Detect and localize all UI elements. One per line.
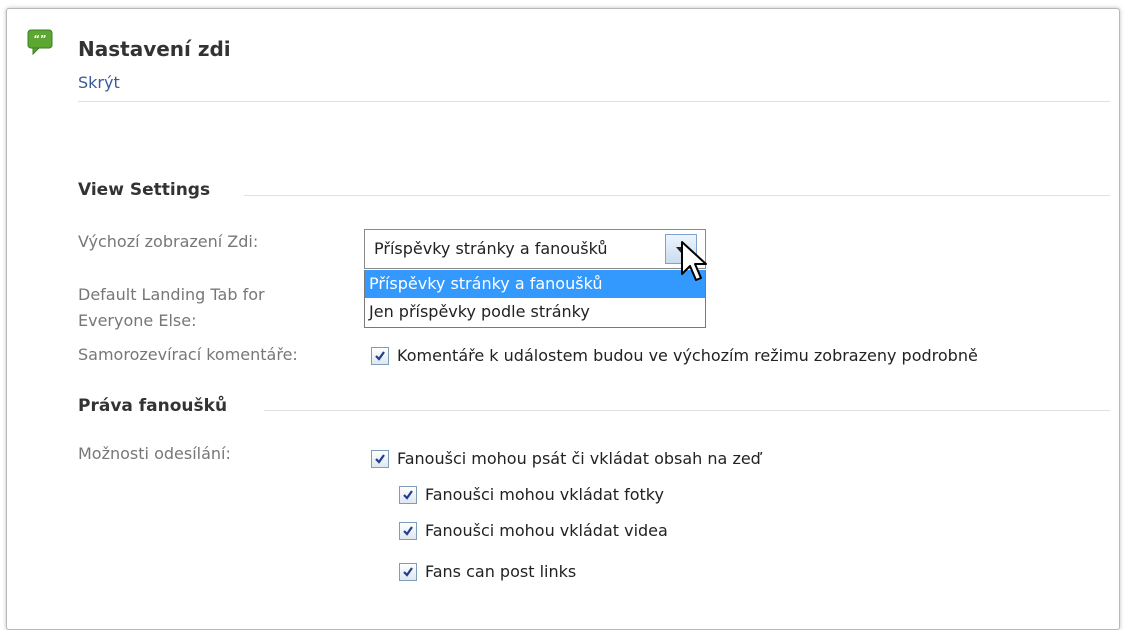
hide-link[interactable]: Skrýt xyxy=(78,73,120,92)
svg-text:“”: “” xyxy=(33,34,46,45)
fans-can-post-links-checkbox[interactable] xyxy=(399,562,417,581)
default-wall-view-dropdown-list: Příspěvky stránky a fanoušků Jen příspěv… xyxy=(364,270,706,328)
checkmark-icon xyxy=(403,566,413,577)
checkmark-icon xyxy=(375,350,385,361)
checkmark-icon xyxy=(403,489,413,500)
default-landing-tab-label-line2: Everyone Else: xyxy=(78,311,197,330)
mouse-pointer-icon xyxy=(681,241,707,281)
page-title: Nastavení zdi xyxy=(78,37,231,61)
auto-expand-comments-label: Samorozevírací komentáře: xyxy=(78,345,298,364)
fans-can-post-checkbox[interactable] xyxy=(371,449,389,468)
auto-expand-comments-checkbox[interactable] xyxy=(371,346,389,365)
checkmark-icon xyxy=(375,453,385,464)
view-settings-heading: View Settings xyxy=(78,180,211,200)
fans-can-post-photos-checkbox[interactable] xyxy=(399,485,417,504)
default-landing-tab-label-line1: Default Landing Tab for xyxy=(78,285,265,304)
dropdown-option-page-only[interactable]: Jen příspěvky podle stránky xyxy=(365,298,705,326)
fan-permissions-divider xyxy=(264,410,1110,411)
fans-can-post-photos-text: Fanoušci mohou vkládat fotky xyxy=(425,485,664,504)
posting-options-label: Možnosti odesílání: xyxy=(78,444,231,463)
dropdown-option-page-and-fans[interactable]: Příspěvky stránky a fanoušků xyxy=(365,270,705,298)
fans-can-post-videos-checkbox-row[interactable]: Fanoušci mohou vkládat videa xyxy=(399,521,668,540)
header-divider xyxy=(78,101,1110,102)
fans-can-post-photos-checkbox-row[interactable]: Fanoušci mohou vkládat fotky xyxy=(399,485,664,504)
fan-permissions-heading: Práva fanoušků xyxy=(78,396,228,416)
default-wall-view-select[interactable]: Příspěvky stránky a fanoušků xyxy=(364,229,706,269)
fans-can-post-videos-text: Fanoušci mohou vkládat videa xyxy=(425,521,668,540)
view-settings-divider xyxy=(244,195,1110,196)
fans-can-post-links-text: Fans can post links xyxy=(425,562,577,581)
speech-bubble-icon: “” xyxy=(27,29,53,56)
fans-can-post-links-checkbox-row[interactable]: Fans can post links xyxy=(399,562,576,581)
fans-can-post-text: Fanoušci mohou psát či vkládat obsah na … xyxy=(397,449,761,468)
fans-can-post-videos-checkbox[interactable] xyxy=(399,521,417,540)
fans-can-post-checkbox-row[interactable]: Fanoušci mohou psát či vkládat obsah na … xyxy=(371,449,761,468)
auto-expand-comments-text: Komentáře k událostem budou ve výchozím … xyxy=(397,346,978,365)
default-landing-tab-label: Default Landing Tab for Everyone Else: xyxy=(78,282,265,334)
default-wall-view-label: Výchozí zobrazení Zdi: xyxy=(78,232,259,251)
checkmark-icon xyxy=(403,525,413,536)
select-value: Příspěvky stránky a fanoušků xyxy=(374,239,608,258)
auto-expand-comments-checkbox-row[interactable]: Komentáře k událostem budou ve výchozím … xyxy=(371,346,978,365)
